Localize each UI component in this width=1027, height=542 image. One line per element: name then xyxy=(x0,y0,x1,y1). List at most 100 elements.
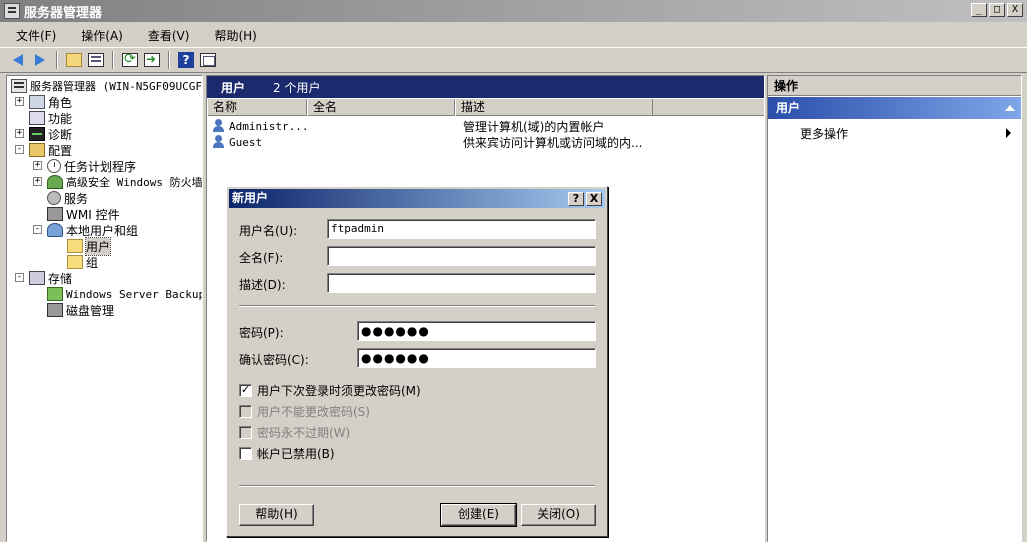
storage-icon xyxy=(29,271,45,285)
tree-item-diagnostics[interactable]: 诊断 xyxy=(29,126,72,142)
separator xyxy=(239,485,595,487)
menu-view[interactable]: 查看(V) xyxy=(132,27,199,44)
collapse-local-users-toggle[interactable]: - xyxy=(33,225,42,234)
expand-diagnostics-toggle[interactable]: + xyxy=(15,129,24,138)
tree-item-label: 存储 xyxy=(48,271,73,286)
actions-group-users[interactable]: 用户 xyxy=(768,97,1021,119)
user-row-administrator[interactable]: Administr... 管理计算机(域)的内置帐户 xyxy=(207,118,604,134)
help-toolbar-button[interactable]: ? xyxy=(176,50,196,70)
action-pane-icon xyxy=(200,53,216,67)
show-hide-tree-button[interactable] xyxy=(86,50,106,70)
tree-item-configuration[interactable]: 配置 xyxy=(29,142,72,158)
export-icon xyxy=(144,52,160,67)
confirm-password-input[interactable]: ●●●●●● xyxy=(357,348,596,368)
tree-item-features[interactable]: 功能 xyxy=(29,110,72,126)
expand-task-scheduler-toggle[interactable]: + xyxy=(33,161,42,170)
column-header-fullname[interactable]: 全名 xyxy=(307,99,455,116)
services-icon xyxy=(47,191,61,205)
tree-item-firewall[interactable]: 高级安全 Windows 防火墙 xyxy=(47,174,203,190)
collapse-storage-toggle[interactable]: - xyxy=(15,273,24,282)
collapse-configuration-toggle[interactable]: - xyxy=(15,145,24,154)
maximize-button[interactable]: □ xyxy=(989,3,1005,17)
diagnostics-icon xyxy=(29,127,45,141)
menu-action[interactable]: 操作(A) xyxy=(65,27,132,44)
window-controls: _ □ X xyxy=(971,3,1023,17)
tree-item-storage[interactable]: 存储 xyxy=(29,270,72,286)
tree-item-disk-management[interactable]: 磁盘管理 xyxy=(47,302,114,318)
tree-item-label: 用户 xyxy=(84,236,112,256)
minimize-button[interactable]: _ xyxy=(971,3,987,17)
cannot-change-password-checkbox[interactable]: 用户不能更改密码(S) xyxy=(239,403,370,420)
back-button[interactable] xyxy=(8,50,28,70)
confirm-password-label: 确认密码(C): xyxy=(239,353,309,367)
column-header-description[interactable]: 描述 xyxy=(455,99,653,116)
user-description: 管理计算机(域)的内置帐户 xyxy=(463,119,605,134)
tree-item-label: Windows Server Backup xyxy=(66,287,203,301)
action-pane-button[interactable] xyxy=(198,50,218,70)
tree-item-label: 服务 xyxy=(64,191,89,206)
folder-icon xyxy=(67,255,83,269)
expand-roles-toggle[interactable]: + xyxy=(15,97,24,106)
window-title: 服务器管理器 xyxy=(24,5,103,21)
tree-item-label: 功能 xyxy=(48,111,73,126)
user-icon xyxy=(211,119,227,133)
username-label: 用户名(U): xyxy=(239,224,298,238)
tree-item-wmi[interactable]: WMI 控件 xyxy=(47,206,120,222)
tree-root[interactable]: 服务器管理器 (WIN-N5GF09UCGF xyxy=(11,78,202,94)
tree-item-local-users-groups[interactable]: 本地用户和组 xyxy=(47,222,138,238)
help-icon: ? xyxy=(178,52,194,68)
collapse-icon[interactable] xyxy=(1005,105,1015,111)
separator xyxy=(239,305,595,307)
must-change-password-checkbox[interactable]: ✓ 用户下次登录时须更改密码(M) xyxy=(239,382,421,399)
fullname-label: 全名(F): xyxy=(239,251,284,265)
tree-item-roles[interactable]: 角色 xyxy=(29,94,72,110)
tree-item-services[interactable]: 服务 xyxy=(47,190,88,206)
toolbar-separator xyxy=(112,51,114,69)
expand-firewall-toggle[interactable]: + xyxy=(33,177,42,186)
password-input[interactable]: ●●●●●● xyxy=(357,321,596,341)
help-button[interactable]: 帮助(H) xyxy=(239,504,314,526)
account-disabled-checkbox[interactable]: 帐户已禁用(B) xyxy=(239,445,335,462)
tree-item-label: 高级安全 Windows 防火墙 xyxy=(66,176,203,189)
fullname-input[interactable] xyxy=(327,246,596,266)
tree-item-windows-server-backup[interactable]: Windows Server Backup xyxy=(47,286,203,302)
tree-root-label: 服务器管理器 (WIN-N5GF09UCGF xyxy=(30,80,202,93)
user-row-guest[interactable]: Guest 供来宾访问计算机或访问域的内... xyxy=(207,134,642,150)
description-label: 描述(D): xyxy=(239,278,286,292)
dialog-help-button[interactable]: ? xyxy=(568,192,584,206)
forward-button[interactable] xyxy=(30,50,50,70)
tree-item-label: 组 xyxy=(86,255,99,270)
menu-help[interactable]: 帮助(H) xyxy=(198,27,265,44)
tree-item-task-scheduler[interactable]: 任务计划程序 xyxy=(47,158,136,174)
folder-icon xyxy=(67,239,83,253)
column-header-name[interactable]: 名称 xyxy=(207,99,307,116)
clock-icon xyxy=(47,159,61,173)
checkbox-box: ✓ xyxy=(239,383,252,397)
close-dialog-button[interactable]: 关闭(O) xyxy=(521,504,596,526)
password-never-expires-checkbox[interactable]: 密码永不过期(W) xyxy=(239,424,350,441)
tree-item-label: 角色 xyxy=(48,95,73,110)
up-level-button[interactable] xyxy=(64,50,84,70)
user-name: Guest xyxy=(229,135,263,149)
description-input[interactable] xyxy=(327,273,596,293)
export-list-button[interactable] xyxy=(142,50,162,70)
menu-file[interactable]: 文件(F) xyxy=(0,27,65,44)
tree-item-groups[interactable]: 组 xyxy=(67,254,98,270)
actions-group-label: 用户 xyxy=(776,101,801,115)
results-title: 用户 xyxy=(221,80,246,95)
username-input[interactable]: ftpadmin xyxy=(327,219,596,239)
back-arrow-icon xyxy=(13,54,23,66)
refresh-button[interactable] xyxy=(120,50,140,70)
forward-arrow-icon xyxy=(35,54,45,66)
dialog-titlebar: 新用户 ? X xyxy=(229,189,605,208)
close-button[interactable]: X xyxy=(1007,3,1023,17)
dialog-title: 新用户 xyxy=(232,191,269,205)
dialog-close-button[interactable]: X xyxy=(586,192,602,206)
toolbar-separator xyxy=(168,51,170,69)
tree-item-users[interactable]: 用户 xyxy=(67,236,112,256)
user-description: 供来宾访问计算机或访问域的内... xyxy=(463,135,643,150)
create-button[interactable]: 创建(E) xyxy=(440,503,517,527)
more-actions-link[interactable]: 更多操作 xyxy=(800,125,848,142)
configuration-icon xyxy=(29,143,45,157)
actions-header: 操作 xyxy=(768,76,1021,96)
